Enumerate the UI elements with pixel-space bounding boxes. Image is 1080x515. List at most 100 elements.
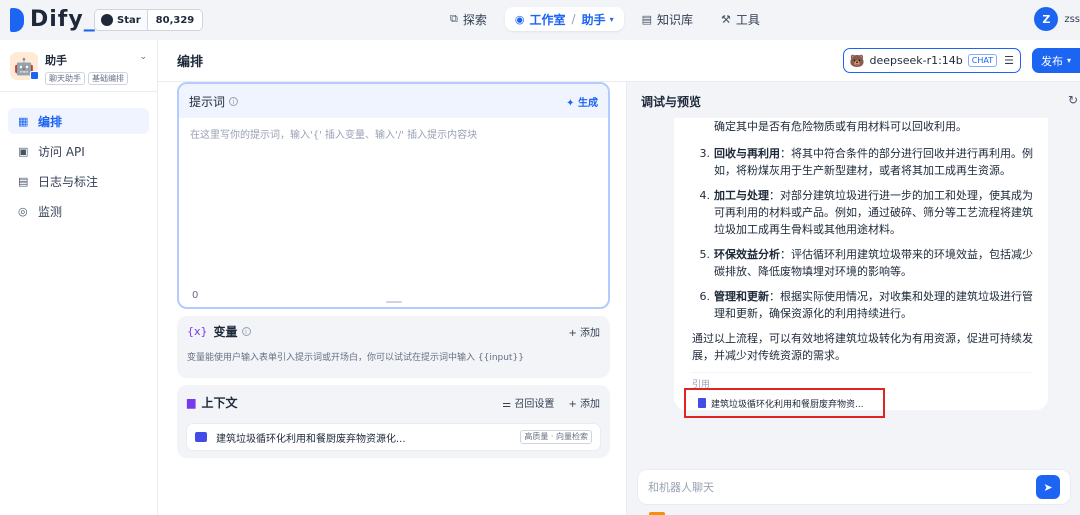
top-navbar: Dify_ Star 80,329 ⧉ 探索 ◉ 工作室 / 助手 ▾ ▤ 知识库 ⚒ 工具 … [0,0,1080,40]
prompt-editor[interactable]: 提示词 i ✦ 生成 在这里写你的提示词，输入'{' 插入变量、输入'/' 插入… [177,82,610,309]
send-icon: ➤ [1043,480,1053,494]
variables-card: {x} 变量 i + 添加 变量能使用户输入表单引入提示词或开场白，你可以试试在… [177,316,610,378]
context-card: ▆ 上下文 ⚌ 召回设置 + 添加 建筑垃圾循环化利用和餐厨废弃物资源化... … [177,385,610,458]
github-star-count: 80,329 [155,14,195,26]
app-tag: 基础编排 [88,72,128,85]
app-robot-icon: 🤖 [10,52,39,80]
send-button[interactable]: ➤ [1036,475,1060,499]
resize-handle[interactable] [386,301,402,303]
prompt-header: 提示词 i ✦ 生成 [179,84,608,118]
variables-description: 变量能使用户输入表单引入提示词或开场白，你可以试试在提示词中输入 {{input… [187,353,524,363]
sidebar-item-logs[interactable]: ▤ 日志与标注 [8,168,149,194]
nav-explore-label: 探索 [462,12,487,27]
citation-doc-name: 建筑垃圾循环化利用和餐厨废弃物资... [711,399,864,410]
list-item: 3. 回收与再利用：将其中符合条件的部分进行回收并进行再利用。例如，将粉煤灰用于生… [692,145,1034,179]
sidebar-item-label: 监测 [38,204,63,219]
sparkle-icon: ✦ [566,97,578,109]
nav-studio[interactable]: ◉ 工作室 / 助手 ▾ [504,7,624,31]
assistant-message: 确定其中是否有危险物质或有用材料可以回收利用。 3. 回收与再利用：将其中符合条件… [674,118,1048,410]
github-star-label: Star [117,14,141,26]
settings-sliders-icon: ⚌ [502,398,515,410]
generate-label: 生成 [578,97,598,109]
list-item-heading: 加工与处理 [714,189,769,202]
prompt-placeholder[interactable]: 在这里写你的提示词，输入'{' 插入变量、输入'/' 插入提示内容块 [179,118,608,149]
recall-label: 召回设置 [514,398,555,410]
recall-settings-button[interactable]: ⚌ 召回设置 [502,395,554,410]
layout-icon: ▦ [18,114,29,128]
sidebar-item-label: 访问 API [38,144,85,159]
nav-tools[interactable]: ⚒ 工具 [711,7,770,31]
citation-item[interactable]: 建筑垃圾循环化利用和餐厨废弃物资... [684,388,885,418]
tools-icon: ⚒ [721,12,731,26]
prompt-char-count: 0 [192,290,199,301]
info-icon[interactable]: i [241,326,251,336]
app-name: 助手 [45,54,67,67]
monitor-icon: ◎ [18,204,28,218]
dataset-name: 建筑垃圾循环化利用和餐厨废弃物资源化... [216,433,406,445]
sidebar: 🤖 助手 聊天助手 基础编排 ⌄ ▦ 编排 ▣ 访问 API ▤ 日志与标注 ◎ 监测 [0,40,158,515]
dataset-item[interactable]: 建筑垃圾循环化利用和餐厨废弃物资源化... 高质量 · 向量检索 [186,423,601,451]
chat-input-box[interactable]: ➤ [637,469,1071,505]
dataset-tag: 高质量 · 向量检索 [520,430,592,444]
nav-knowledge[interactable]: ▤ 知识库 [632,7,703,31]
user-menu[interactable]: Z zss [1034,7,1080,31]
page-title: 编排 [177,55,204,70]
log-icon: ▤ [18,174,29,188]
list-item-heading: 回收与再利用 [714,147,780,160]
nav-separator: / [571,12,576,26]
config-panel: 提示词 i ✦ 生成 在这里写你的提示词，输入'{' 插入变量、输入'/' 插入… [158,82,627,515]
model-mode-badge: CHAT [967,54,998,67]
add-variable-button[interactable]: + 添加 [568,324,600,339]
nav-explore[interactable]: ⧉ 探索 [440,7,497,31]
model-selector[interactable]: 🐻 deepseek-r1:14b CHAT ☰ [842,48,1021,73]
document-icon [698,398,706,408]
model-logo-icon: 🐻 [849,53,865,68]
main-header: 编排 🐻 deepseek-r1:14b CHAT ☰ 发布 ▾ [158,40,1080,82]
chevron-down-icon: ▾ [1066,56,1071,65]
github-star-widget[interactable]: Star 80,329 [94,9,204,31]
dify-logo[interactable]: Dify_ [10,7,96,32]
chat-input[interactable] [648,480,1036,494]
app-selector[interactable]: 🤖 助手 聊天助手 基础编排 ⌄ [0,40,157,92]
add-label: 添加 [580,398,600,410]
list-item: 5. 环保效益分析：评估循环利用建筑垃圾带来的环境效益，包括减少碳排放、降低废物填… [692,246,1034,280]
chevron-down-icon: ▾ [609,14,614,24]
variables-title: 变量 [213,324,238,339]
main-nav: ⧉ 探索 ◉ 工作室 / 助手 ▾ ▤ 知识库 ⚒ 工具 [440,7,778,31]
context-title: 上下文 [201,395,238,410]
nav-studio-label: 工作室 [529,12,566,27]
sidebar-item-orchestrate[interactable]: ▦ 编排 [8,108,149,134]
publish-label: 发布 [1040,54,1063,68]
debug-preview-panel: 调试与预览 ↻ 确定其中是否有危险物质或有用材料可以回收利用。 3. 回收与再利用… [627,82,1080,515]
publish-button[interactable]: 发布 ▾ [1032,48,1080,73]
user-avatar: Z [1034,7,1059,31]
nav-studio-sub[interactable]: 助手 [582,11,606,28]
user-name: zss [1064,13,1080,25]
model-name: deepseek-r1:14b [869,54,963,67]
variable-icon: {x} [187,324,208,338]
list-item-heading: 管理和更新 [714,290,769,303]
generate-button[interactable]: ✦ 生成 [566,94,598,109]
add-context-button[interactable]: + 添加 [568,395,600,410]
chevron-down-icon: ⌄ [139,52,147,62]
list-number: 5. [699,248,711,261]
list-number: 6. [699,290,711,303]
terminal-icon: ▣ [18,144,29,158]
sidebar-item-monitor[interactable]: ◎ 监测 [8,198,149,224]
logo-mark-icon [10,7,24,32]
settings-sliders-icon: ☰ [1004,54,1014,67]
app-tag: 聊天助手 [45,72,85,85]
sidebar-item-api[interactable]: ▣ 访问 API [8,138,149,164]
nav-knowledge-label: 知识库 [656,12,693,27]
debug-title: 调试与预览 [641,95,702,109]
github-icon [101,14,113,26]
folder-icon [195,432,207,442]
list-item: 6. 管理和更新：根据实际使用情况，对收集和处理的建筑垃圾进行管理和更新，确保资源… [692,288,1034,322]
info-icon[interactable]: i [229,96,239,106]
refresh-icon[interactable]: ↻ [1068,93,1078,107]
robot-icon: ◉ [514,12,525,26]
sidebar-menu: ▦ 编排 ▣ 访问 API ▤ 日志与标注 ◎ 监测 [0,92,157,244]
plus-icon: + [568,327,580,339]
nav-tools-label: 工具 [735,12,760,27]
sidebar-item-label: 编排 [38,114,63,129]
